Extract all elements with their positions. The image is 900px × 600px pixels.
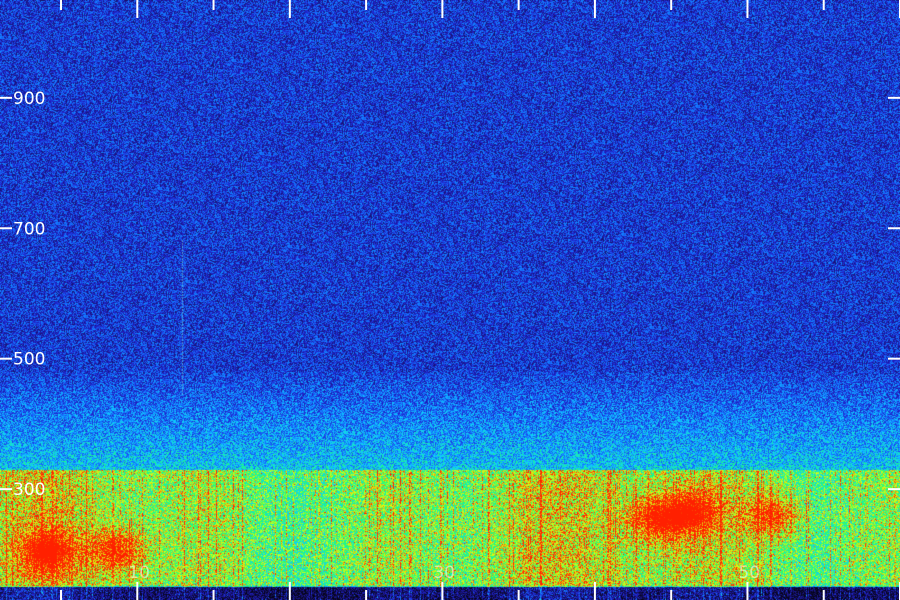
chart-axes-overlay: 900 700 500 300 10 30 50 — [0, 0, 900, 600]
x-tick-label: 10 — [128, 563, 150, 583]
x-tick-label: 30 — [433, 563, 455, 583]
y-tick-label: 300 — [13, 480, 45, 500]
y-tick-label: 500 — [13, 350, 45, 370]
y-tick-label: 900 — [13, 89, 45, 109]
x-tick-label: 50 — [738, 563, 760, 583]
y-axis: 900 700 500 300 — [0, 89, 900, 500]
x-axis: 10 30 50 — [60, 0, 900, 600]
y-tick-label: 700 — [13, 219, 45, 239]
